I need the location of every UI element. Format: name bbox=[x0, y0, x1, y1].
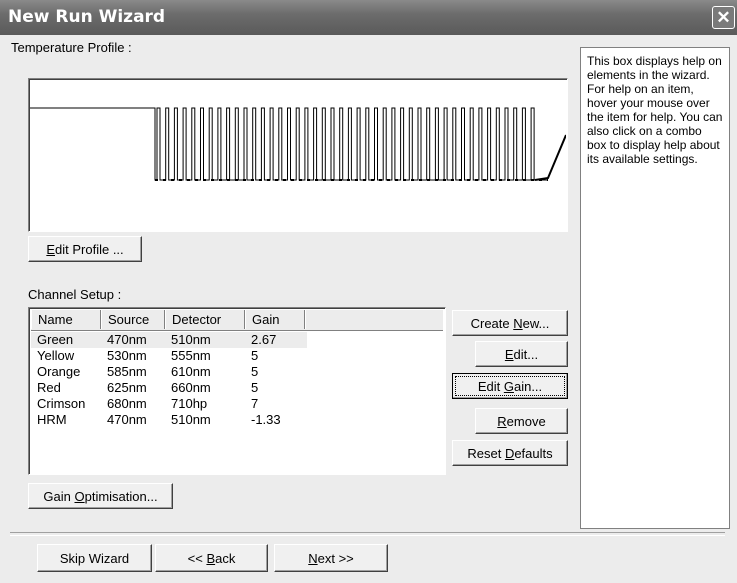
table-cell: Crimson bbox=[37, 396, 86, 411]
edit-gain-mnemonic: G bbox=[503, 378, 514, 394]
table-cell: 680nm bbox=[107, 396, 147, 411]
edit-profile-button[interactable]: Edit Profile ... bbox=[28, 236, 142, 262]
table-row[interactable]: Green 470nm 510nm 2.67 bbox=[31, 332, 307, 348]
table-cell: 7 bbox=[251, 396, 259, 411]
create-new-label: Create bbox=[470, 315, 514, 331]
column-header-detector[interactable]: Detector bbox=[165, 310, 245, 329]
table-cell: 585nm bbox=[107, 364, 147, 379]
edit-profile-mnemonic: E bbox=[46, 241, 56, 257]
create-new-button[interactable]: Create New... bbox=[452, 310, 568, 336]
close-icon: ✕ bbox=[716, 8, 731, 27]
close-button[interactable]: ✕ bbox=[712, 6, 735, 29]
table-row[interactable]: Red 625nm 660nm 5 bbox=[31, 380, 443, 396]
footer-divider bbox=[10, 532, 725, 536]
table-cell: 530nm bbox=[107, 348, 147, 363]
create-new-mnemonic: N bbox=[513, 315, 523, 331]
back-button[interactable]: << Back bbox=[155, 544, 268, 572]
wizard-window: New Run Wizard ✕ Temperature Profile : E… bbox=[0, 0, 737, 583]
edit-button[interactable]: Edit... bbox=[475, 341, 568, 367]
reset-defaults-label: Reset bbox=[467, 445, 505, 461]
edit-profile-label: dit Profile ... bbox=[55, 241, 124, 257]
column-header-filler bbox=[305, 310, 443, 329]
channel-list-header: Name Source Detector Gain bbox=[31, 310, 443, 331]
create-new-label-rest: ew... bbox=[522, 315, 550, 331]
help-text: This box displays help on elements in th… bbox=[587, 54, 723, 166]
back-label: << bbox=[187, 550, 207, 566]
title-bar: New Run Wizard ✕ bbox=[0, 0, 737, 35]
reset-defaults-button[interactable]: Reset Defaults bbox=[452, 440, 568, 466]
table-cell: 5 bbox=[251, 348, 259, 363]
table-cell: 5 bbox=[251, 364, 259, 379]
table-cell: Orange bbox=[37, 364, 81, 379]
next-mnemonic: N bbox=[308, 550, 318, 566]
edit-gain-label: Edit bbox=[477, 378, 504, 394]
next-label: ext >> bbox=[317, 550, 354, 566]
skip-wizard-button[interactable]: Skip Wizard bbox=[37, 544, 152, 572]
table-row[interactable]: Yellow 530nm 555nm 5 bbox=[31, 348, 443, 364]
edit-mnemonic: E bbox=[504, 346, 514, 362]
help-panel: This box displays help on elements in th… bbox=[580, 47, 730, 529]
cycling-trace bbox=[30, 107, 548, 181]
table-cell: 2.67 bbox=[251, 332, 277, 347]
table-cell: 710hp bbox=[171, 396, 208, 411]
table-row[interactable]: Orange 585nm 610nm 5 bbox=[31, 364, 443, 380]
back-mnemonic: B bbox=[206, 550, 216, 566]
remove-button[interactable]: Remove bbox=[475, 408, 568, 434]
temperature-profile-plot bbox=[30, 107, 566, 181]
temperature-profile-label: Temperature Profile : bbox=[11, 40, 132, 55]
table-cell: Yellow bbox=[37, 348, 75, 363]
column-header-source[interactable]: Source bbox=[101, 310, 165, 329]
table-cell: 660nm bbox=[171, 380, 211, 395]
table-cell: 470nm bbox=[107, 332, 147, 347]
table-cell: 610nm bbox=[171, 364, 211, 379]
reset-defaults-mnemonic: D bbox=[504, 445, 515, 461]
table-cell: 625nm bbox=[107, 380, 147, 395]
edit-gain-button[interactable]: Edit Gain... bbox=[452, 373, 568, 399]
table-row[interactable]: HRM 470nm 510nm -1.33 bbox=[31, 412, 443, 428]
next-button[interactable]: Next >> bbox=[274, 544, 388, 572]
gain-optimisation-button[interactable]: Gain Optimisation... bbox=[28, 483, 173, 509]
column-header-gain[interactable]: Gain bbox=[245, 310, 305, 329]
gain-optimisation-label-rest: ptimisation... bbox=[84, 488, 158, 504]
table-cell: 510nm bbox=[171, 412, 211, 427]
back-label-rest: ack bbox=[215, 550, 236, 566]
table-cell: Green bbox=[37, 332, 74, 347]
channel-setup-label: Channel Setup : bbox=[28, 287, 122, 302]
table-cell: HRM bbox=[37, 412, 67, 427]
channel-list[interactable]: Name Source Detector Gain Green 470nm 510n… bbox=[28, 307, 446, 475]
table-cell: Red bbox=[37, 380, 61, 395]
temperature-profile-graph bbox=[28, 78, 568, 232]
remove-mnemonic: R bbox=[497, 413, 507, 429]
column-header-name[interactable]: Name bbox=[31, 310, 101, 329]
table-cell: -1.33 bbox=[251, 412, 281, 427]
window-title: New Run Wizard bbox=[8, 7, 166, 27]
edit-gain-label-rest: ain... bbox=[513, 378, 543, 394]
edit-label: dit... bbox=[513, 346, 539, 362]
remove-label: emove bbox=[506, 413, 546, 429]
table-cell: 555nm bbox=[171, 348, 211, 363]
table-cell: 5 bbox=[251, 380, 259, 395]
reset-defaults-label-rest: efaults bbox=[514, 445, 553, 461]
table-row[interactable]: Crimson 680nm 710hp 7 bbox=[31, 396, 443, 412]
gain-optimisation-mnemonic: O bbox=[74, 488, 85, 504]
melt-ramp-trace bbox=[534, 134, 566, 181]
gain-optimisation-label: Gain bbox=[43, 488, 75, 504]
table-cell: 510nm bbox=[171, 332, 211, 347]
table-cell: 470nm bbox=[107, 412, 147, 427]
